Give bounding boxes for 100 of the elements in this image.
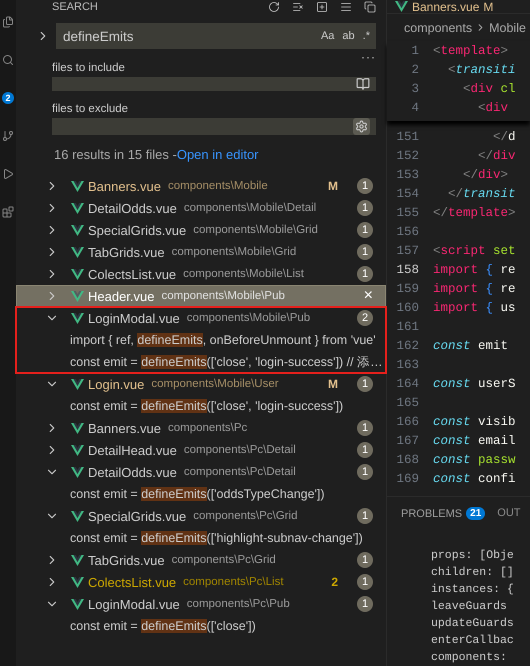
exclude-field[interactable] xyxy=(52,118,376,135)
code-line: import { re xyxy=(433,262,516,276)
file-row[interactable]: SpecialGrids.vue components\Mobile\Grid 1 xyxy=(16,219,386,241)
line-number: 161 xyxy=(395,320,420,334)
output-line: leaveGuards xyxy=(431,599,508,615)
line-number: 154 xyxy=(395,186,420,200)
search-option-toggle[interactable]: .* xyxy=(362,30,370,42)
code-line: <transiti xyxy=(447,62,516,76)
vue-icon xyxy=(71,180,84,192)
file-row[interactable]: DetailOdds.vue components\Mobile\Detail 1 xyxy=(16,197,386,219)
files-icon[interactable] xyxy=(2,16,14,28)
file-row[interactable]: Banners.vue components\Pc 1 xyxy=(16,417,386,439)
file-path: components\Mobile\Pub xyxy=(186,312,312,324)
file-row[interactable]: SpecialGrids.vue components\Pc\Grid 1 xyxy=(16,505,386,527)
file-row[interactable]: ColectsList.vue components\Mobile\List 1 xyxy=(16,263,386,285)
file-row[interactable]: DetailHead.vue components\Pc\Detail 1 xyxy=(16,439,386,461)
results-summary: 16 results in 15 files - xyxy=(54,147,177,164)
vue-icon xyxy=(71,378,84,390)
file-name: TabGrids.vue xyxy=(88,552,165,568)
file-name: DetailHead.vue xyxy=(88,442,177,458)
vue-icon xyxy=(71,202,84,214)
output-line: props: [Obje xyxy=(431,548,515,564)
code-line: const confi xyxy=(433,472,516,486)
match-count: 1 xyxy=(357,222,373,238)
line-number: 163 xyxy=(395,358,420,372)
file-path: components\Mobile\User xyxy=(151,378,280,390)
breadcrumb-item[interactable]: Mobile xyxy=(489,20,526,34)
file-name: DetailOdds.vue xyxy=(88,200,177,216)
settings-icon[interactable] xyxy=(353,118,370,135)
view-title: SEARCH xyxy=(52,1,98,13)
new-search-icon[interactable] xyxy=(316,1,328,13)
blocks-icon[interactable] xyxy=(2,206,14,218)
match-line[interactable]: const emit = defineEmits(['oddsTypeChange']) xyxy=(16,483,386,505)
open-in-editor-link[interactable]: Open in editor xyxy=(176,147,259,175)
collapse-icon[interactable] xyxy=(340,1,352,13)
file-row[interactable]: Login.vue components\Mobile\User M 1 xyxy=(16,373,386,395)
file-row[interactable]: ColectsList.vue components\Pc\List 2 1 xyxy=(16,571,386,593)
line-number: 153 xyxy=(395,168,420,182)
file-path: components\Mobile\List xyxy=(183,268,305,280)
file-status: 2 xyxy=(331,575,338,589)
vue-icon xyxy=(71,576,84,588)
file-name: ColectsList.vue xyxy=(88,266,176,282)
clear-results-icon[interactable] xyxy=(292,1,304,13)
panel-tab[interactable]: PROBLEMS 21 xyxy=(401,507,486,520)
line-number: 152 xyxy=(395,148,420,162)
file-path: components\Pc\Pub xyxy=(186,598,291,610)
search-icon[interactable] xyxy=(2,54,14,66)
file-path: components\Pc\List xyxy=(183,576,285,588)
file-row[interactable]: LoginModal.vue components\Mobile\Pub 2 xyxy=(16,307,386,329)
file-name: Banners.vue xyxy=(88,178,161,194)
line-number: 160 xyxy=(395,300,420,314)
file-path: components\Mobile\Pub xyxy=(162,290,286,302)
match-line[interactable]: import { ref, defineEmits, onBeforeUnmount } from 'vue' xyxy=(16,329,386,351)
vue-icon xyxy=(71,444,84,456)
breadcrumb-item[interactable]: components xyxy=(404,20,472,34)
editor-tab[interactable]: Banners.vue M xyxy=(387,0,530,14)
match-count: 1 xyxy=(357,442,373,458)
match-line[interactable]: const emit = defineEmits(['highlight-subnav-change']) xyxy=(16,527,386,549)
file-path: components\Mobile\Grid xyxy=(193,224,319,236)
refresh-icon[interactable] xyxy=(268,1,280,13)
file-row[interactable]: LoginModal.vue components\Pc\Pub 1 xyxy=(16,593,386,615)
file-row[interactable]: Banners.vue components\Mobile M 1 xyxy=(16,175,386,197)
vue-icon xyxy=(71,422,84,434)
line-number: 166 xyxy=(395,414,420,428)
file-status: M xyxy=(328,179,338,193)
search-option-toggle[interactable]: Aa xyxy=(320,30,334,42)
code-line: <div xyxy=(477,100,508,114)
line-number: 158 xyxy=(395,262,420,276)
line-number: 168 xyxy=(395,452,420,466)
panel-tab[interactable]: OUT xyxy=(497,507,520,519)
file-path: components\Mobile\Grid xyxy=(172,246,298,258)
match-line[interactable]: const emit = defineEmits(['close']) xyxy=(16,615,386,637)
file-row[interactable]: Header.vue components\Mobile\Pub × xyxy=(16,285,386,307)
more-button[interactable]: ··· xyxy=(361,53,376,61)
file-row[interactable]: DetailOdds.vue components\Pc\Detail 1 xyxy=(16,461,386,483)
include-field[interactable] xyxy=(52,77,376,91)
line-number: 156 xyxy=(395,224,420,238)
vue-icon xyxy=(71,554,84,566)
search-option-toggle[interactable]: ab xyxy=(342,30,355,42)
code-line: const visib xyxy=(433,414,516,428)
branch-icon[interactable] xyxy=(2,130,14,142)
dismiss-button[interactable]: × xyxy=(364,287,373,305)
match-count: 2 xyxy=(357,310,373,326)
file-row[interactable]: TabGrids.vue components\Mobile\Grid 1 xyxy=(16,241,386,263)
line-number: 167 xyxy=(395,434,420,448)
vue-icon xyxy=(71,290,84,302)
search-field[interactable]: defineEmits Aa ab .* xyxy=(56,23,376,49)
match-line[interactable]: const emit = defineEmits(['close', 'login-success']) // 添… xyxy=(16,351,386,373)
code-line: <script set xyxy=(433,244,516,258)
exclude-label: files to exclude xyxy=(52,103,130,115)
file-row[interactable]: TabGrids.vue components\Pc\Grid 1 xyxy=(16,549,386,571)
book-icon[interactable] xyxy=(356,77,370,91)
play-icon[interactable] xyxy=(2,168,14,180)
line-number: 162 xyxy=(395,338,420,352)
match-count: 1 xyxy=(357,420,373,436)
match-line[interactable]: const emit = defineEmits(['close', 'login-success']) xyxy=(16,395,386,417)
file-status: M xyxy=(328,377,338,391)
match-count: 1 xyxy=(357,552,373,568)
code-line: const email xyxy=(433,434,516,448)
file-name: SpecialGrids.vue xyxy=(88,508,186,524)
